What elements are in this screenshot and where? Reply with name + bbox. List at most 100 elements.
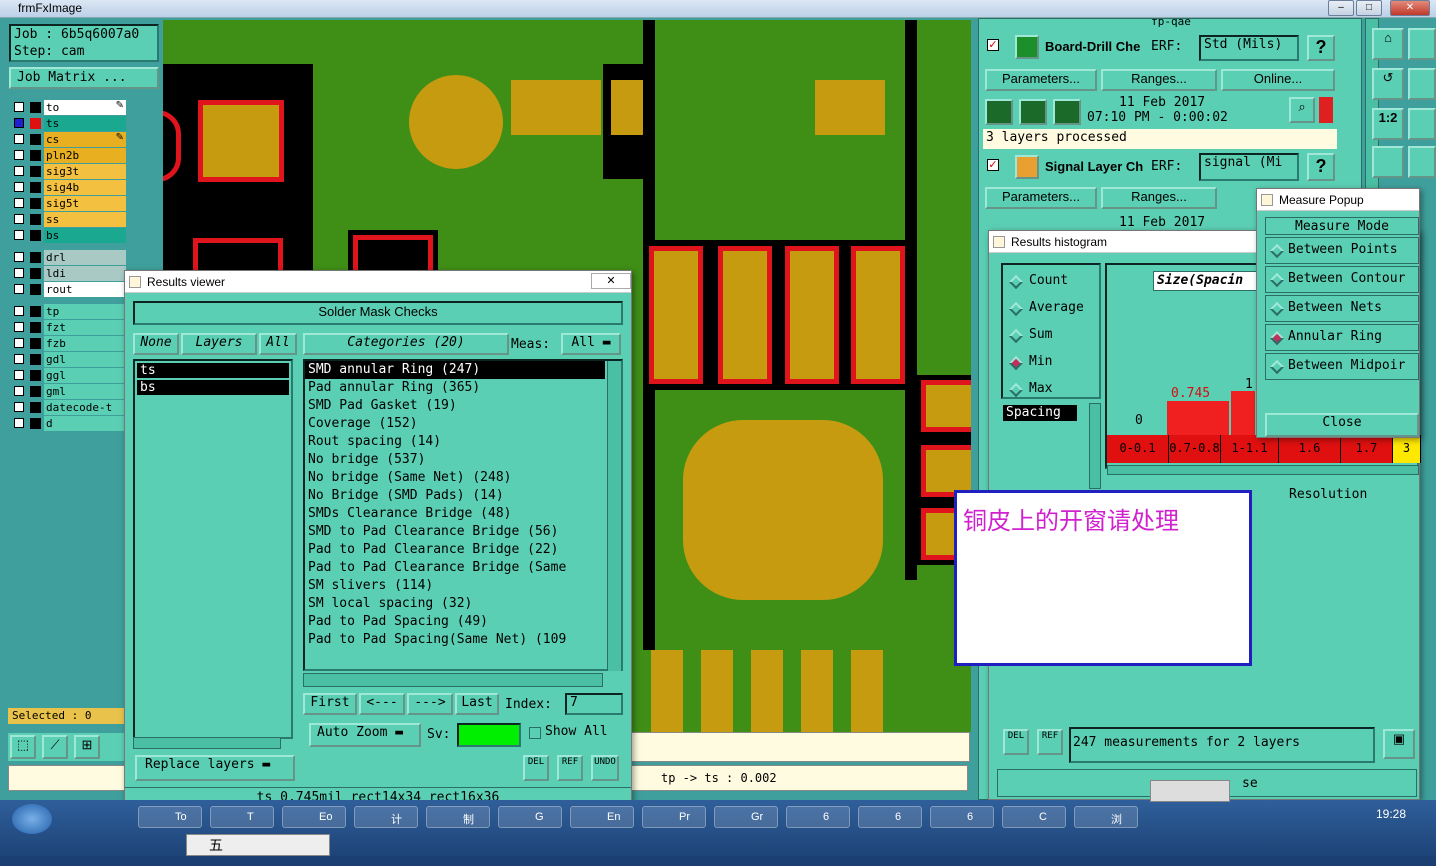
category-item[interactable]: No bridge (537): [305, 451, 621, 469]
categories-scrollbar[interactable]: [607, 361, 621, 671]
layer-checkbox[interactable]: [14, 284, 24, 294]
index-input[interactable]: 7: [565, 693, 623, 715]
measure-list-scrollbar[interactable]: [1089, 403, 1101, 489]
layer-checkbox[interactable]: [14, 354, 24, 364]
layer-name[interactable]: datecode-t: [44, 400, 126, 415]
maximize-button[interactable]: □: [1356, 0, 1382, 16]
layer-checkbox[interactable]: [14, 370, 24, 380]
check-enabled-checkbox[interactable]: ✓: [987, 39, 999, 51]
layer-row[interactable]: gdl: [12, 352, 126, 367]
tool-icon[interactable]: [1408, 146, 1436, 178]
category-item[interactable]: SM slivers (114): [305, 577, 621, 595]
taskbar-app[interactable]: 6: [930, 806, 994, 828]
category-item[interactable]: Pad to Pad Clearance Bridge (Same: [305, 559, 621, 577]
all-layers-button[interactable]: All: [259, 333, 297, 355]
layer-row[interactable]: ggl: [12, 368, 126, 383]
sv-color-select[interactable]: [457, 723, 521, 747]
auto-zoom-select[interactable]: Auto Zoom ▬: [309, 723, 421, 747]
drill-check-icon[interactable]: [1015, 35, 1039, 59]
radio-icon[interactable]: [1269, 330, 1285, 346]
taskbar-app[interactable]: En: [570, 806, 634, 828]
layer-row[interactable]: tp: [12, 304, 126, 319]
category-item[interactable]: Coverage (152): [305, 415, 621, 433]
measure-close-button[interactable]: Close: [1265, 413, 1419, 437]
layer-checkbox[interactable]: [14, 214, 24, 224]
layer-row[interactable]: cs ✎: [12, 132, 126, 147]
home-icon[interactable]: ⌂: [1372, 28, 1404, 60]
layer-checkbox[interactable]: [14, 182, 24, 192]
minimize-button[interactable]: –: [1328, 0, 1354, 16]
layer-row[interactable]: bs: [12, 228, 126, 243]
taskbar-app[interactable]: Eo: [282, 806, 346, 828]
radio-icon[interactable]: [1269, 359, 1285, 375]
layers-hscrollbar[interactable]: [133, 737, 281, 749]
taskbar-app[interactable]: Pr: [642, 806, 706, 828]
layer-row[interactable]: gml: [12, 384, 126, 399]
layer-row[interactable]: to ✎: [12, 100, 126, 115]
taskbar-app[interactable]: 制: [426, 806, 490, 828]
measure-tool-icon[interactable]: ⟋: [42, 735, 68, 759]
layer-name[interactable]: drl: [44, 250, 126, 265]
stat-option[interactable]: Min: [1008, 354, 1097, 372]
layer-checkbox[interactable]: [14, 386, 24, 396]
ime-toolbar[interactable]: [1150, 780, 1230, 802]
spacing-item[interactable]: Spacing: [1003, 405, 1077, 421]
layer-checkbox[interactable]: [14, 322, 24, 332]
taskbar-app[interactable]: To: [138, 806, 202, 828]
layer-row[interactable]: ss: [12, 212, 126, 227]
zoom-tool-icon[interactable]: ⬚: [10, 735, 36, 759]
layer-row[interactable]: sig4b: [12, 180, 126, 195]
layer-row[interactable]: pln2b: [12, 148, 126, 163]
layer-name[interactable]: ss: [44, 212, 126, 227]
taskbar-app[interactable]: T: [210, 806, 274, 828]
next-button[interactable]: --->: [407, 693, 453, 715]
categories-hscrollbar[interactable]: [303, 673, 603, 687]
layer-checkbox[interactable]: [14, 102, 24, 112]
measure-mode-option[interactable]: Between Contour: [1265, 266, 1419, 293]
layer-name[interactable]: ldi: [44, 266, 126, 281]
radio-icon[interactable]: [1008, 328, 1024, 344]
radio-icon[interactable]: [1008, 301, 1024, 317]
last-button[interactable]: Last: [455, 693, 499, 715]
show-all-checkbox[interactable]: [529, 727, 541, 739]
layer-row[interactable]: ts: [12, 116, 126, 131]
layer-checkbox[interactable]: [14, 306, 24, 316]
erf-select[interactable]: signal (Mi: [1199, 153, 1299, 181]
tool-icon[interactable]: [1408, 28, 1436, 60]
taskbar-app[interactable]: 浏: [1074, 806, 1138, 828]
del-button[interactable]: DEL: [1003, 729, 1029, 755]
category-item[interactable]: SM local spacing (32): [305, 595, 621, 613]
layer-row[interactable]: fzt: [12, 320, 126, 335]
parameters-button[interactable]: Parameters...: [985, 187, 1097, 209]
measure-mode-option[interactable]: Between Midpoir: [1265, 353, 1419, 380]
layer-name[interactable]: fzt: [44, 320, 126, 335]
layer-name[interactable]: sig4b: [44, 180, 126, 195]
layer-checkbox[interactable]: [14, 252, 24, 262]
ranges-button[interactable]: Ranges...: [1101, 187, 1217, 209]
category-item[interactable]: Pad annular Ring (365): [305, 379, 621, 397]
layer-checkbox[interactable]: [14, 402, 24, 412]
category-item[interactable]: No bridge (Same Net) (248): [305, 469, 621, 487]
first-button[interactable]: First: [303, 693, 357, 715]
histogram-export-icon[interactable]: ▣: [1383, 729, 1415, 759]
run-step-icon[interactable]: [1019, 99, 1047, 125]
help-button[interactable]: ?: [1307, 35, 1335, 61]
layer-row[interactable]: datecode-t: [12, 400, 126, 415]
taskbar-app[interactable]: 6: [786, 806, 850, 828]
layer-checkbox[interactable]: [14, 134, 24, 144]
layer-name[interactable]: tp: [44, 304, 126, 319]
category-item[interactable]: Pad to Pad Spacing (49): [305, 613, 621, 631]
radio-icon[interactable]: [1008, 355, 1024, 371]
layer-name[interactable]: gdl: [44, 352, 126, 367]
signal-check-icon[interactable]: [1015, 155, 1039, 179]
histogram-hscrollbar[interactable]: [1107, 465, 1419, 475]
layer-row[interactable]: sig3t: [12, 164, 126, 179]
layer-checkbox[interactable]: [14, 118, 24, 128]
none-button[interactable]: None: [133, 333, 179, 355]
layer-name[interactable]: sig3t: [44, 164, 126, 179]
layers-button[interactable]: Layers: [181, 333, 257, 355]
layer-name[interactable]: to: [44, 100, 126, 115]
measure-mode-option[interactable]: Between Points: [1265, 237, 1419, 264]
parameters-button[interactable]: Parameters...: [985, 69, 1097, 91]
online-button[interactable]: Online...: [1221, 69, 1335, 91]
